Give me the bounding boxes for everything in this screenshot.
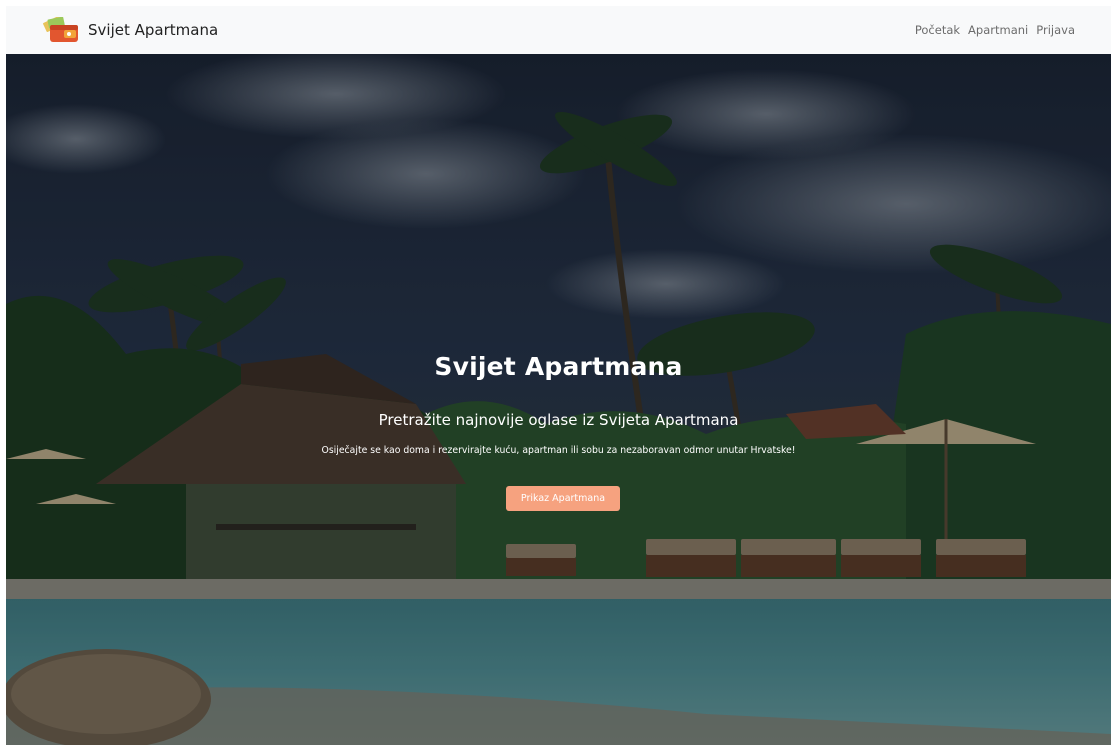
nav-link-apartmani[interactable]: Apartmani	[968, 23, 1028, 37]
hero-description: Osiječajte se kao doma i rezervirajte ku…	[321, 445, 796, 456]
brand-name: Svijet Apartmana	[88, 21, 219, 39]
nav-links: Početak Apartmani Prijava	[915, 23, 1075, 37]
show-apartments-button[interactable]: Prikaz Apartmana	[506, 486, 620, 511]
hero-title: Svijet Apartmana	[434, 352, 683, 381]
navbar: Svijet Apartmana Početak Apartmani Prija…	[6, 6, 1111, 54]
nav-link-prijava[interactable]: Prijava	[1036, 23, 1075, 37]
hero-section: Svijet Apartmana Pretražite najnovije og…	[6, 54, 1111, 745]
wallet-logo-icon	[43, 17, 78, 42]
page: Svijet Apartmana Početak Apartmani Prija…	[0, 0, 1117, 745]
nav-link-pocetak[interactable]: Početak	[915, 23, 960, 37]
hero-subtitle: Pretražite najnovije oglase iz Svijeta A…	[378, 411, 739, 429]
hero-content: Svijet Apartmana Pretražite najnovije og…	[6, 54, 1111, 745]
brand-link[interactable]: Svijet Apartmana	[42, 17, 218, 43]
